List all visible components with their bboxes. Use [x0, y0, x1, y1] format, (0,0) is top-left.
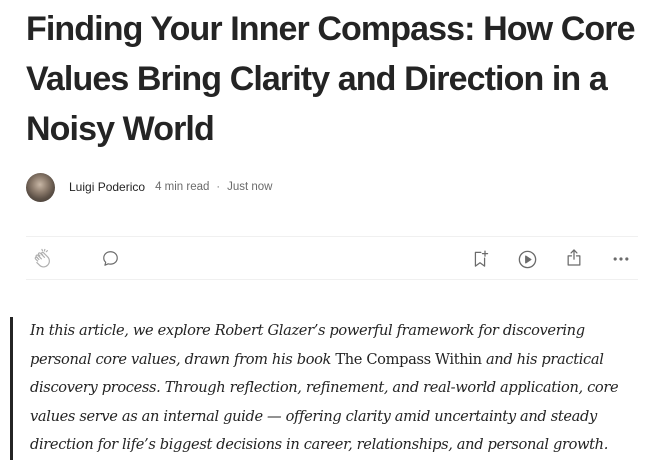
article-action-bar	[26, 236, 638, 280]
author-avatar[interactable]	[26, 172, 55, 202]
clap-icon[interactable]	[32, 248, 54, 270]
byline: Luigi Poderico 4 min read · Just now	[26, 172, 272, 202]
publish-time: Just now	[227, 181, 273, 193]
more-icon[interactable]	[611, 249, 631, 269]
comment-icon[interactable]	[101, 249, 120, 268]
listen-play-icon[interactable]	[517, 249, 538, 270]
article-summary-quote: In this article, we explore Robert Glaze…	[10, 317, 638, 460]
article-title: Finding Your Inner Compass: How Core Val…	[26, 10, 636, 148]
bookmark-add-icon[interactable]	[470, 249, 490, 269]
byline-separator: ·	[216, 181, 221, 193]
author-name[interactable]: Luigi Poderico	[69, 180, 145, 194]
share-icon[interactable]	[564, 247, 584, 268]
book-title: The Compass Within	[335, 350, 482, 368]
read-time: 4 min read	[155, 181, 210, 193]
quote-text: In this article, we explore Robert Glaze…	[30, 317, 638, 460]
